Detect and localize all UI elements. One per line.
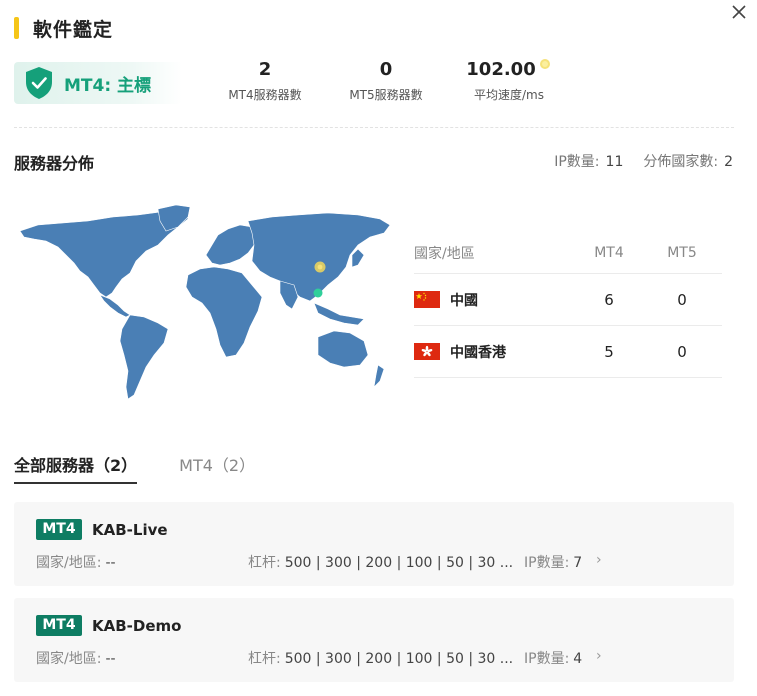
ip-label: IP數量:	[524, 651, 570, 667]
page-title: 軟件鑑定	[33, 18, 114, 41]
leverage-value: 500 | 300 | 200 | 100 | 50 | 30 ...	[284, 651, 514, 667]
header-region: 國家/地區	[414, 245, 475, 262]
chevron-right-icon[interactable]: ›	[596, 648, 602, 664]
stat-mt5-servers: 0 MT5服務器數	[346, 58, 426, 103]
table-row: 中國 6 0	[414, 274, 722, 326]
australia-shape	[317, 330, 369, 368]
server-card-kab-live[interactable]: MT4 KAB-Live 國家/地區: -- 杠杆: 500 | 300 | 200…	[14, 502, 734, 586]
mt5-count: 0	[677, 290, 687, 309]
stat-label: MT5服務器數	[349, 88, 423, 102]
chevron-right-icon[interactable]: ›	[596, 552, 602, 568]
china-flag-icon	[414, 291, 440, 308]
leverage-label: 杠杆:	[248, 555, 281, 571]
tab-all-servers[interactable]: 全部服務器（2）	[14, 448, 138, 484]
section-divider	[14, 127, 734, 128]
close-icon[interactable]	[727, 0, 751, 24]
region-label: 國家/地區:	[36, 555, 102, 571]
leverage-value: 500 | 300 | 200 | 100 | 50 | 30 ...	[284, 555, 514, 571]
region-value: --	[105, 555, 116, 571]
country-name: 中國香港	[450, 344, 506, 361]
africa-shape	[185, 266, 263, 358]
leverage-label: 杠杆:	[248, 651, 281, 667]
server-card-kab-demo[interactable]: MT4 KAB-Demo 國家/地區: -- 杠杆: 500 | 300 | 200…	[14, 598, 734, 682]
server-name: KAB-Demo	[92, 617, 182, 635]
country-name: 中國	[450, 292, 478, 309]
mt4-main-badge: MT4: 主標	[14, 62, 182, 104]
stat-mt4-servers: 2 MT4服務器數	[226, 58, 304, 103]
header-mt4: MT4	[594, 244, 624, 261]
europe-shape	[205, 224, 259, 266]
table-header: 國家/地區 MT4 MT5	[414, 232, 722, 274]
distribution-title: 服務器分佈	[14, 154, 95, 173]
server-tabs: 全部服務器（2） MT4（2）	[14, 448, 255, 484]
stat-avg-speed: 102.00 平均速度/ms	[464, 58, 554, 103]
mt5-count: 0	[677, 342, 687, 361]
japan-shape	[351, 248, 365, 268]
new-zealand-shape	[373, 364, 385, 388]
header-mt5: MT5	[667, 244, 697, 261]
central-america-shape	[99, 294, 131, 318]
asia-shape	[247, 212, 390, 302]
country-table: 國家/地區 MT4 MT5 中國 6 0 中國香港 5 0	[414, 232, 722, 378]
stat-value: 2	[258, 59, 272, 80]
mt4-count: 5	[604, 342, 614, 361]
distribution-summary: IP數量: 11 分佈國家數: 2	[554, 151, 733, 171]
hong-kong-flag-icon	[414, 343, 440, 360]
stat-value: 0	[379, 59, 393, 80]
speed-coin-icon	[539, 59, 550, 69]
ip-label: IP數量:	[524, 555, 570, 571]
country-count-label: 分佈國家數:	[643, 154, 719, 170]
tab-mt4[interactable]: MT4（2）	[179, 448, 255, 484]
ip-value: 7	[573, 555, 583, 571]
stat-label: 平均速度/ms	[474, 88, 544, 102]
world-map	[19, 205, 390, 400]
server-type-tag: MT4	[36, 519, 82, 540]
south-america-shape	[119, 314, 169, 400]
badge-label: MT4: 主標	[64, 75, 152, 96]
ip-count-value: 11	[605, 154, 624, 170]
region-label: 國家/地區:	[36, 651, 102, 667]
ip-count-label: IP數量:	[554, 154, 600, 170]
country-count-value: 2	[724, 154, 733, 170]
server-type-tag: MT4	[36, 615, 82, 636]
stat-value: 102.00	[466, 59, 536, 80]
table-row: 中國香港 5 0	[414, 326, 722, 378]
title-accent-bar	[14, 17, 19, 39]
server-name: KAB-Live	[92, 521, 168, 539]
southeast-asia-shape	[313, 302, 365, 326]
shield-check-icon	[26, 67, 52, 99]
stat-label: MT4服務器數	[228, 88, 302, 102]
header: 軟件鑑定	[14, 14, 113, 42]
mt4-count: 6	[604, 290, 614, 309]
ip-value: 4	[573, 651, 583, 667]
server-marker-hong-kong	[313, 288, 323, 298]
region-value: --	[105, 651, 116, 667]
